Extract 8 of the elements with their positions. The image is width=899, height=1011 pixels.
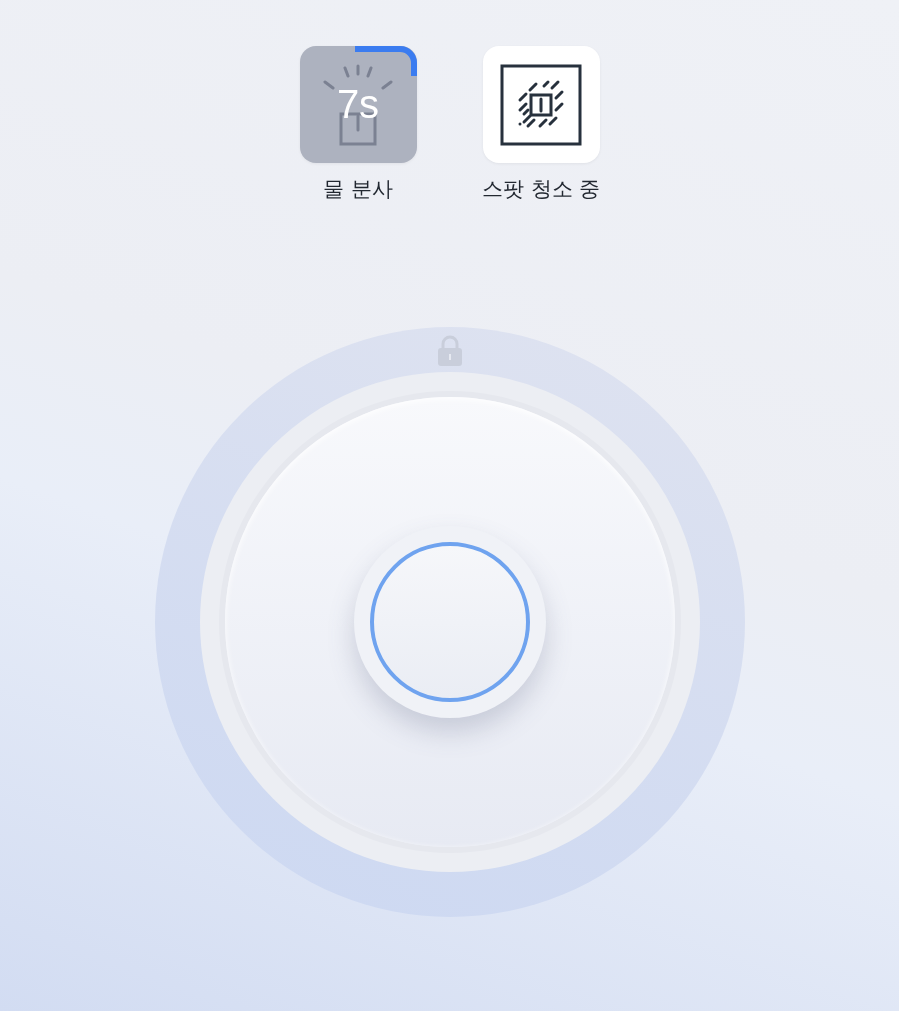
spot-mode-button[interactable] bbox=[482, 46, 600, 163]
spot-area-icon bbox=[500, 63, 582, 146]
mode-label: 물 분사 bbox=[323, 176, 393, 203]
mode-label: 스팟 청소 중 bbox=[481, 176, 601, 203]
countdown-text: 7s bbox=[336, 82, 380, 127]
sprayer-icon bbox=[323, 63, 393, 146]
spray-mode-button[interactable]: 7s bbox=[299, 46, 417, 163]
progress-arc bbox=[354, 46, 417, 76]
